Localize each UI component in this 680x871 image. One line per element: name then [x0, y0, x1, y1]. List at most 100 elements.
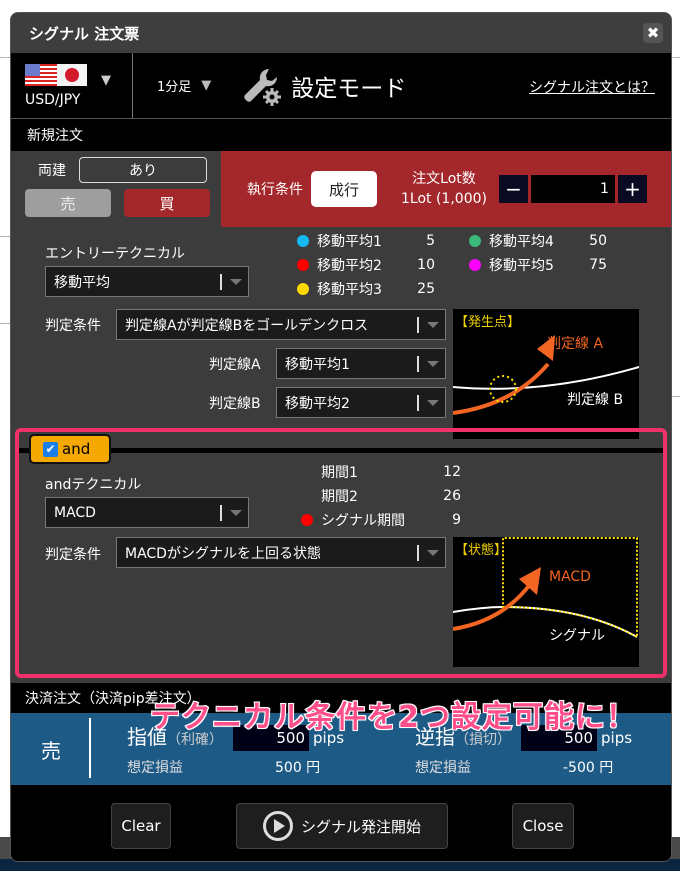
checkbox-checked-icon: ✔ — [43, 441, 58, 457]
lot-decrement-button[interactable]: − — [498, 175, 528, 203]
buy-button[interactable]: 買 — [124, 189, 210, 217]
entry-condition-select[interactable]: 判定線Aが判定線Bをゴールデンクロス — [116, 309, 446, 340]
help-link[interactable]: シグナル注文とは？ — [529, 77, 655, 97]
timeframe-selector[interactable]: 1分足 ▼ — [157, 76, 211, 95]
line-b-value: 移動平均2 — [285, 395, 350, 412]
us-flag-icon — [25, 63, 57, 86]
color-dot-icon — [297, 235, 309, 247]
dialog-footer: Clear シグナル発注開始 Close — [11, 785, 671, 861]
param-name: シグナル期間 — [321, 513, 405, 529]
line-b-curve — [453, 366, 639, 390]
currency-pair-label: USD/JPY — [25, 91, 81, 108]
settlement-side: 売 — [41, 739, 61, 763]
golden-cross-diagram: 【発生点】 判定線 A 判定線 B — [453, 309, 639, 439]
diagram-signal-label: シグナル — [549, 628, 605, 644]
lot-increment-button[interactable]: + — [617, 175, 647, 203]
and-divider — [19, 448, 663, 453]
and-technical-select[interactable]: MACD — [45, 497, 249, 528]
ma-name: 移動平均4 — [489, 234, 554, 250]
currency-pair-selector[interactable]: ▼ USD/JPY — [11, 53, 133, 118]
dialog-titlebar[interactable]: シグナル 注文票 — [11, 13, 671, 53]
ma-period: 25 — [417, 281, 435, 297]
line-a-select[interactable]: 移動平均1 — [276, 348, 446, 379]
currency-flags — [25, 63, 132, 86]
wrench-gear-icon — [244, 68, 282, 106]
ma-period: 10 — [417, 257, 435, 273]
param-value: 9 — [452, 512, 461, 528]
order-conditions-panel: 執行条件 成行 注文Lot数 1Lot (1,000) − 1 + — [221, 151, 671, 227]
color-dot-icon — [469, 235, 481, 247]
ma-period: 50 — [589, 233, 607, 249]
lot-unit: 1Lot (1,000) — [401, 191, 487, 207]
param-name: 期間1 — [321, 465, 358, 481]
entry-technical-label: エントリーテクニカル — [45, 246, 185, 262]
hedge-label: 両建 — [38, 163, 66, 179]
color-dot-icon — [301, 490, 313, 502]
param-value: 26 — [443, 488, 461, 504]
line-b-label: 判定線B — [209, 396, 261, 412]
entry-technical-section: エントリーテクニカル 移動平均 移動平均1 5 移動平均2 10 移動平均3 25 移動平均… — [11, 227, 671, 439]
and-technical-value: MACD — [54, 504, 96, 521]
and-checkbox-label: and — [62, 440, 91, 458]
start-signal-label: シグナル発注開始 — [300, 817, 421, 836]
start-signal-button[interactable]: シグナル発注開始 — [236, 803, 448, 849]
and-checkbox[interactable]: ✔ and — [29, 434, 111, 464]
param-name: 期間2 — [321, 489, 358, 505]
ma-period: 5 — [426, 233, 435, 249]
settings-mode: 設定モード — [241, 66, 406, 106]
exec-condition-label: 執行条件 — [247, 182, 303, 198]
close-button[interactable]: Close — [512, 803, 574, 849]
lot-label-group: 注文Lot数 1Lot (1,000) — [401, 169, 487, 209]
state-region — [502, 537, 638, 639]
and-condition-select[interactable]: MACDがシグナルを上回る状態 — [116, 537, 446, 568]
line-b-select[interactable]: 移動平均2 — [276, 387, 446, 418]
signal-curve-left — [453, 606, 504, 613]
play-icon — [262, 811, 293, 841]
and-technical-label: andテクニカル — [45, 477, 142, 493]
promo-banner: テクニカル条件を2つ設定可能に！ — [149, 699, 637, 736]
grid-line — [0, 57, 10, 58]
limit-pl-label: 想定損益 — [127, 760, 183, 776]
ma-name: 移動平均5 — [489, 258, 554, 274]
macd-param-item: 期間2 26 — [301, 486, 461, 506]
entry-condition-label: 判定条件 — [45, 318, 101, 334]
close-icon[interactable]: ✖ — [643, 23, 663, 43]
chevron-down-icon — [427, 361, 439, 367]
moving-average-item: 移動平均3 25 — [297, 279, 435, 299]
entry-technical-select[interactable]: 移動平均 — [45, 266, 249, 297]
macd-state-illustration — [453, 537, 638, 639]
chevron-down-icon — [427, 400, 439, 406]
chevron-down-icon — [427, 550, 439, 556]
hedge-toggle[interactable]: あり — [79, 157, 207, 183]
macd-curve — [453, 581, 533, 631]
toolbar: ▼ USD/JPY 1分足 ▼ 設定モード シグナル注文とは？ — [11, 53, 671, 119]
ma-name: 移動平均2 — [317, 258, 382, 274]
diagram-line-b-label: 判定線 B — [567, 392, 624, 408]
sell-button[interactable]: 売 — [25, 189, 111, 217]
settings-mode-label: 設定モード — [291, 75, 407, 102]
moving-average-item: 移動平均2 10 — [297, 255, 435, 275]
chevron-down-icon: ▼ — [201, 78, 212, 93]
macd-param-item: 期間1 12 — [301, 462, 461, 482]
ma-name: 移動平均1 — [317, 234, 382, 250]
ma-name: 移動平均3 — [317, 282, 382, 298]
diagram-line-a-label: 判定線 A — [547, 336, 604, 352]
exec-condition-button[interactable]: 成行 — [311, 171, 377, 207]
moving-average-item: 移動平均5 75 — [469, 255, 607, 275]
chevron-down-icon[interactable]: ▼ — [101, 73, 111, 88]
color-dot-icon — [297, 259, 309, 271]
stop-pl-label: 想定損益 — [415, 760, 471, 776]
new-order-header: 新規注文 — [11, 119, 671, 151]
line-a-value: 移動平均1 — [285, 356, 350, 373]
limit-pl-value: 500 円 — [275, 760, 321, 776]
entry-condition-value: 判定線Aが判定線Bをゴールデンクロス — [125, 317, 369, 334]
diagram-macd-label: MACD — [549, 569, 591, 585]
new-order-label: 新規注文 — [27, 128, 83, 144]
stop-pl-value: -500 円 — [563, 760, 614, 776]
lot-input[interactable]: 1 — [530, 175, 615, 203]
color-dot-icon — [469, 259, 481, 271]
chevron-down-icon — [230, 279, 242, 285]
macd-param-item: シグナル期間 9 — [301, 510, 461, 530]
order-row: 両建 あり 売 買 執行条件 成行 注文Lot数 1Lot (1,000) − … — [11, 151, 671, 227]
clear-button[interactable]: Clear — [111, 803, 171, 849]
